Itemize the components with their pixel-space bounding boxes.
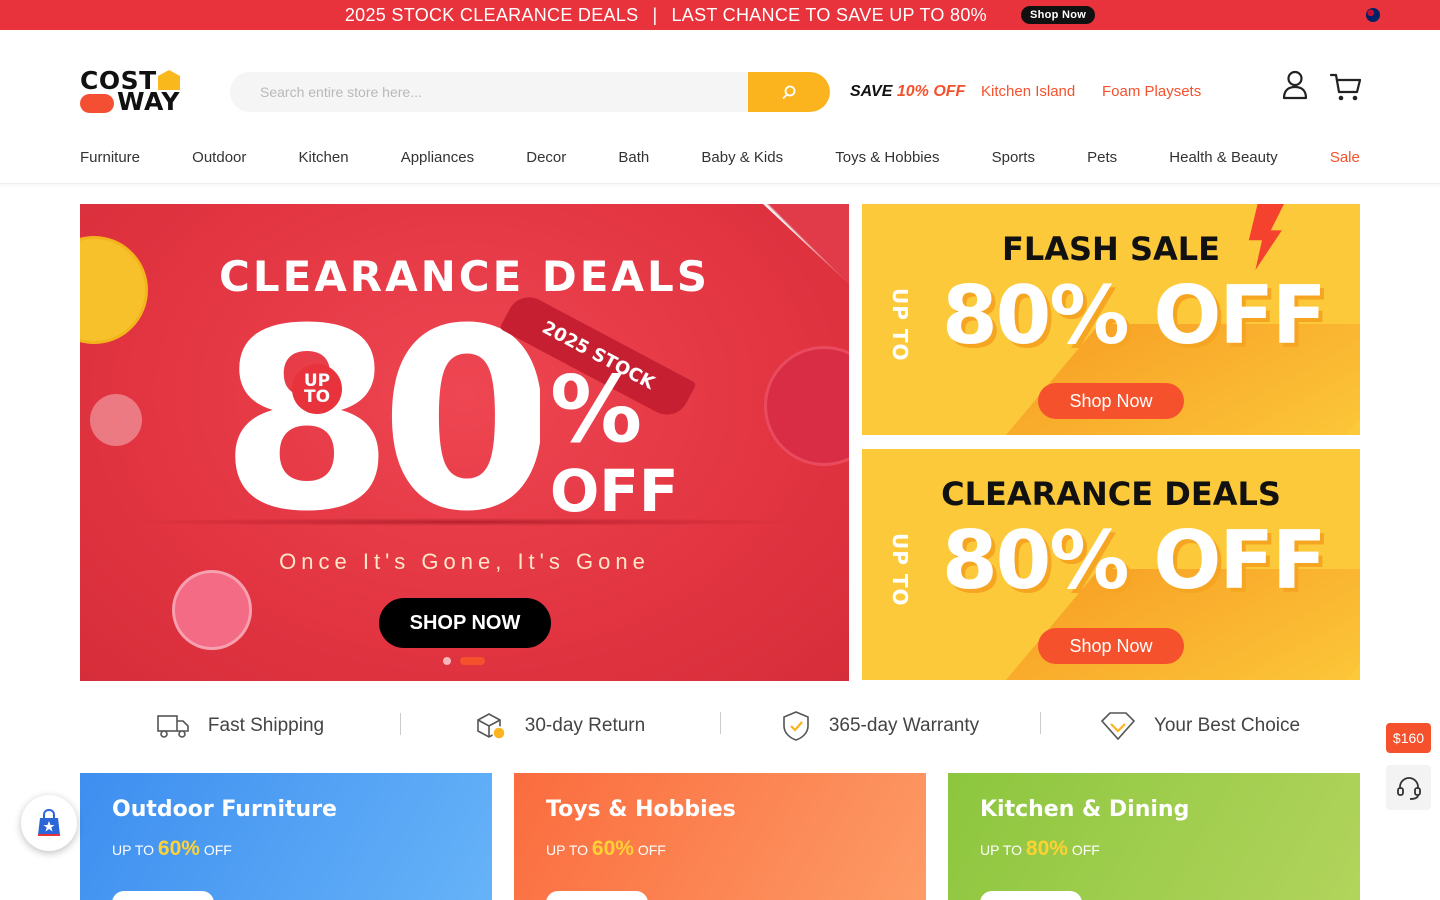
shopping-bag-widget[interactable] — [21, 795, 77, 851]
clearance-deals-shop-now-button[interactable]: Shop Now — [1038, 628, 1184, 664]
nav-item-bath[interactable]: Bath — [618, 149, 649, 169]
discount-suffix: OFF — [637, 842, 666, 858]
category-card-toys-hobbies[interactable]: Toys & Hobbies UP TO 60% OFF — [514, 773, 926, 900]
costway-logo[interactable]: COST WAY — [80, 68, 182, 116]
flash-sale-banner[interactable]: FLASH SALE UP TO 80% OFF Shop Now — [862, 204, 1360, 435]
shield-check-icon — [783, 711, 809, 741]
category-title: Kitchen & Dining — [980, 797, 1190, 822]
clearance-seal-small — [172, 570, 252, 650]
hero-carousel[interactable]: CLEARANCE DEALS 80 UP TO 2025 STOCK % OF… — [80, 204, 849, 681]
clearance-deals-banner[interactable]: CLEARANCE DEALS UP TO 80% OFF Shop Now — [862, 449, 1360, 680]
hero-shelf-shadow — [120, 518, 810, 526]
announcement-separator: | — [652, 4, 658, 25]
headset-icon — [1396, 776, 1421, 800]
discount-suffix: OFF — [1071, 842, 1100, 858]
nav-item-sale[interactable]: Sale — [1330, 149, 1360, 169]
nav-item-sports[interactable]: Sports — [992, 149, 1035, 169]
carousel-prev-button[interactable] — [90, 394, 142, 446]
nav-item-outdoor[interactable]: Outdoor — [192, 149, 246, 169]
promo-save-text: SAVE — [850, 83, 893, 100]
return-box-icon — [476, 713, 506, 740]
nav-item-pets[interactable]: Pets — [1087, 149, 1117, 169]
feature-your-best-choice: Your Best Choice — [1040, 710, 1360, 742]
promo-off-text: 10% OFF — [896, 83, 966, 100]
customer-support-button[interactable] — [1386, 765, 1431, 810]
announcement-left-text: 2025 STOCK CLEARANCE DEALS — [344, 4, 639, 25]
flash-sale-value: 80% OFF — [942, 269, 1327, 362]
discount-prefix: UP TO — [980, 842, 1023, 858]
hero-big-number: 80 — [220, 306, 540, 521]
nav-item-kitchen[interactable]: Kitchen — [299, 149, 349, 169]
logo-text-way: WAY — [117, 87, 181, 116]
category-card-outdoor-furniture[interactable]: Outdoor Furniture UP TO 60% OFF — [80, 773, 492, 900]
discount-prefix: UP TO — [112, 842, 155, 858]
main-nav: Furniture Outdoor Kitchen Appliances Dec… — [80, 149, 1360, 169]
category-title: Outdoor Furniture — [112, 797, 337, 822]
feature-label: Your Best Choice — [1153, 715, 1301, 736]
search-button[interactable] — [748, 72, 830, 112]
category-shop-button[interactable] — [980, 891, 1082, 900]
account-icon[interactable] — [1282, 70, 1308, 100]
australia-flag-icon[interactable] — [1366, 8, 1380, 22]
truck-icon — [157, 715, 189, 738]
shopping-bag-icon — [38, 808, 60, 836]
category-discount: UP TO 60% OFF — [112, 837, 232, 861]
hot-link-foam-playsets[interactable]: Foam Playsets — [1102, 83, 1201, 100]
discount-suffix: OFF — [203, 842, 232, 858]
hero-up-to-badge: UP TO — [292, 364, 342, 414]
flash-sale-up-to: UP TO — [888, 288, 912, 362]
carousel-dot-1[interactable] — [443, 657, 451, 665]
search-icon — [782, 85, 796, 99]
feature-fast-shipping: Fast Shipping — [80, 712, 400, 740]
logo-pill-icon — [80, 94, 114, 113]
nav-item-baby-kids[interactable]: Baby & Kids — [701, 149, 783, 169]
discount-prefix: UP TO — [546, 842, 589, 858]
chevron-left-icon — [110, 410, 121, 430]
hero-off: OFF — [550, 462, 679, 518]
feature-365-day-warranty: 365-day Warranty — [720, 710, 1040, 742]
feature-30-day-return: 30-day Return — [400, 711, 720, 741]
discount-percent: 60% — [591, 837, 634, 860]
category-discount: UP TO 80% OFF — [980, 837, 1100, 861]
carousel-dot-2-active[interactable] — [460, 657, 485, 665]
hero-tagline: Once It's Gone, It's Gone — [279, 549, 650, 574]
category-shop-button[interactable] — [546, 891, 648, 900]
discount-percent: 60% — [157, 837, 200, 860]
discount-percent: 80% — [1025, 837, 1068, 860]
nav-item-health-beauty[interactable]: Health & Beauty — [1169, 149, 1277, 169]
cart-icon[interactable] — [1329, 72, 1362, 102]
clearance-deals-heading: CLEARANCE DEALS — [941, 475, 1281, 513]
announcement-right-text: LAST CHANCE TO SAVE UP TO 80% — [671, 4, 987, 25]
clearance-seal-right — [764, 346, 849, 466]
search-bar — [230, 72, 830, 112]
hero-percent: % — [550, 356, 643, 463]
nav-item-decor[interactable]: Decor — [526, 149, 566, 169]
promo-save-10-off[interactable]: SAVE 10% OFF — [850, 83, 965, 101]
nav-item-furniture[interactable]: Furniture — [80, 149, 140, 169]
category-title: Toys & Hobbies — [546, 797, 736, 822]
hot-link-kitchen-island[interactable]: Kitchen Island — [981, 83, 1075, 100]
flash-sale-heading: FLASH SALE — [1001, 230, 1221, 268]
category-shop-button[interactable] — [112, 891, 214, 900]
feature-label: 30-day Return — [524, 715, 646, 736]
announcement-shop-now-button[interactable]: Shop Now — [1020, 6, 1096, 24]
feature-label: 365-day Warranty — [828, 715, 980, 736]
hero-title: CLEARANCE DEALS — [219, 252, 710, 301]
clearance-deals-up-to: UP TO — [888, 533, 912, 607]
nav-item-toys-hobbies[interactable]: Toys & Hobbies — [835, 149, 939, 169]
category-discount: UP TO 60% OFF — [546, 837, 666, 861]
category-card-kitchen-dining[interactable]: Kitchen & Dining UP TO 80% OFF — [948, 773, 1360, 900]
nav-item-appliances[interactable]: Appliances — [401, 149, 474, 169]
feature-label: Fast Shipping — [207, 715, 325, 736]
diamond-icon — [1100, 712, 1136, 741]
search-input[interactable] — [230, 72, 748, 112]
clearance-deals-value: 80% OFF — [942, 514, 1327, 607]
announcement-bar: 2025 STOCK CLEARANCE DEALS | LAST CHANCE… — [0, 0, 1440, 30]
site-header: COST WAY SAVE 10% OFF Kitchen Island Foa… — [0, 30, 1440, 184]
flash-sale-shop-now-button[interactable]: Shop Now — [1038, 383, 1184, 419]
coupon-badge[interactable]: $160 — [1386, 723, 1431, 753]
hero-shop-now-button[interactable]: SHOP NOW — [379, 598, 551, 648]
feature-strip: Fast Shipping 30-day Return 365-day Warr… — [80, 693, 1360, 759]
